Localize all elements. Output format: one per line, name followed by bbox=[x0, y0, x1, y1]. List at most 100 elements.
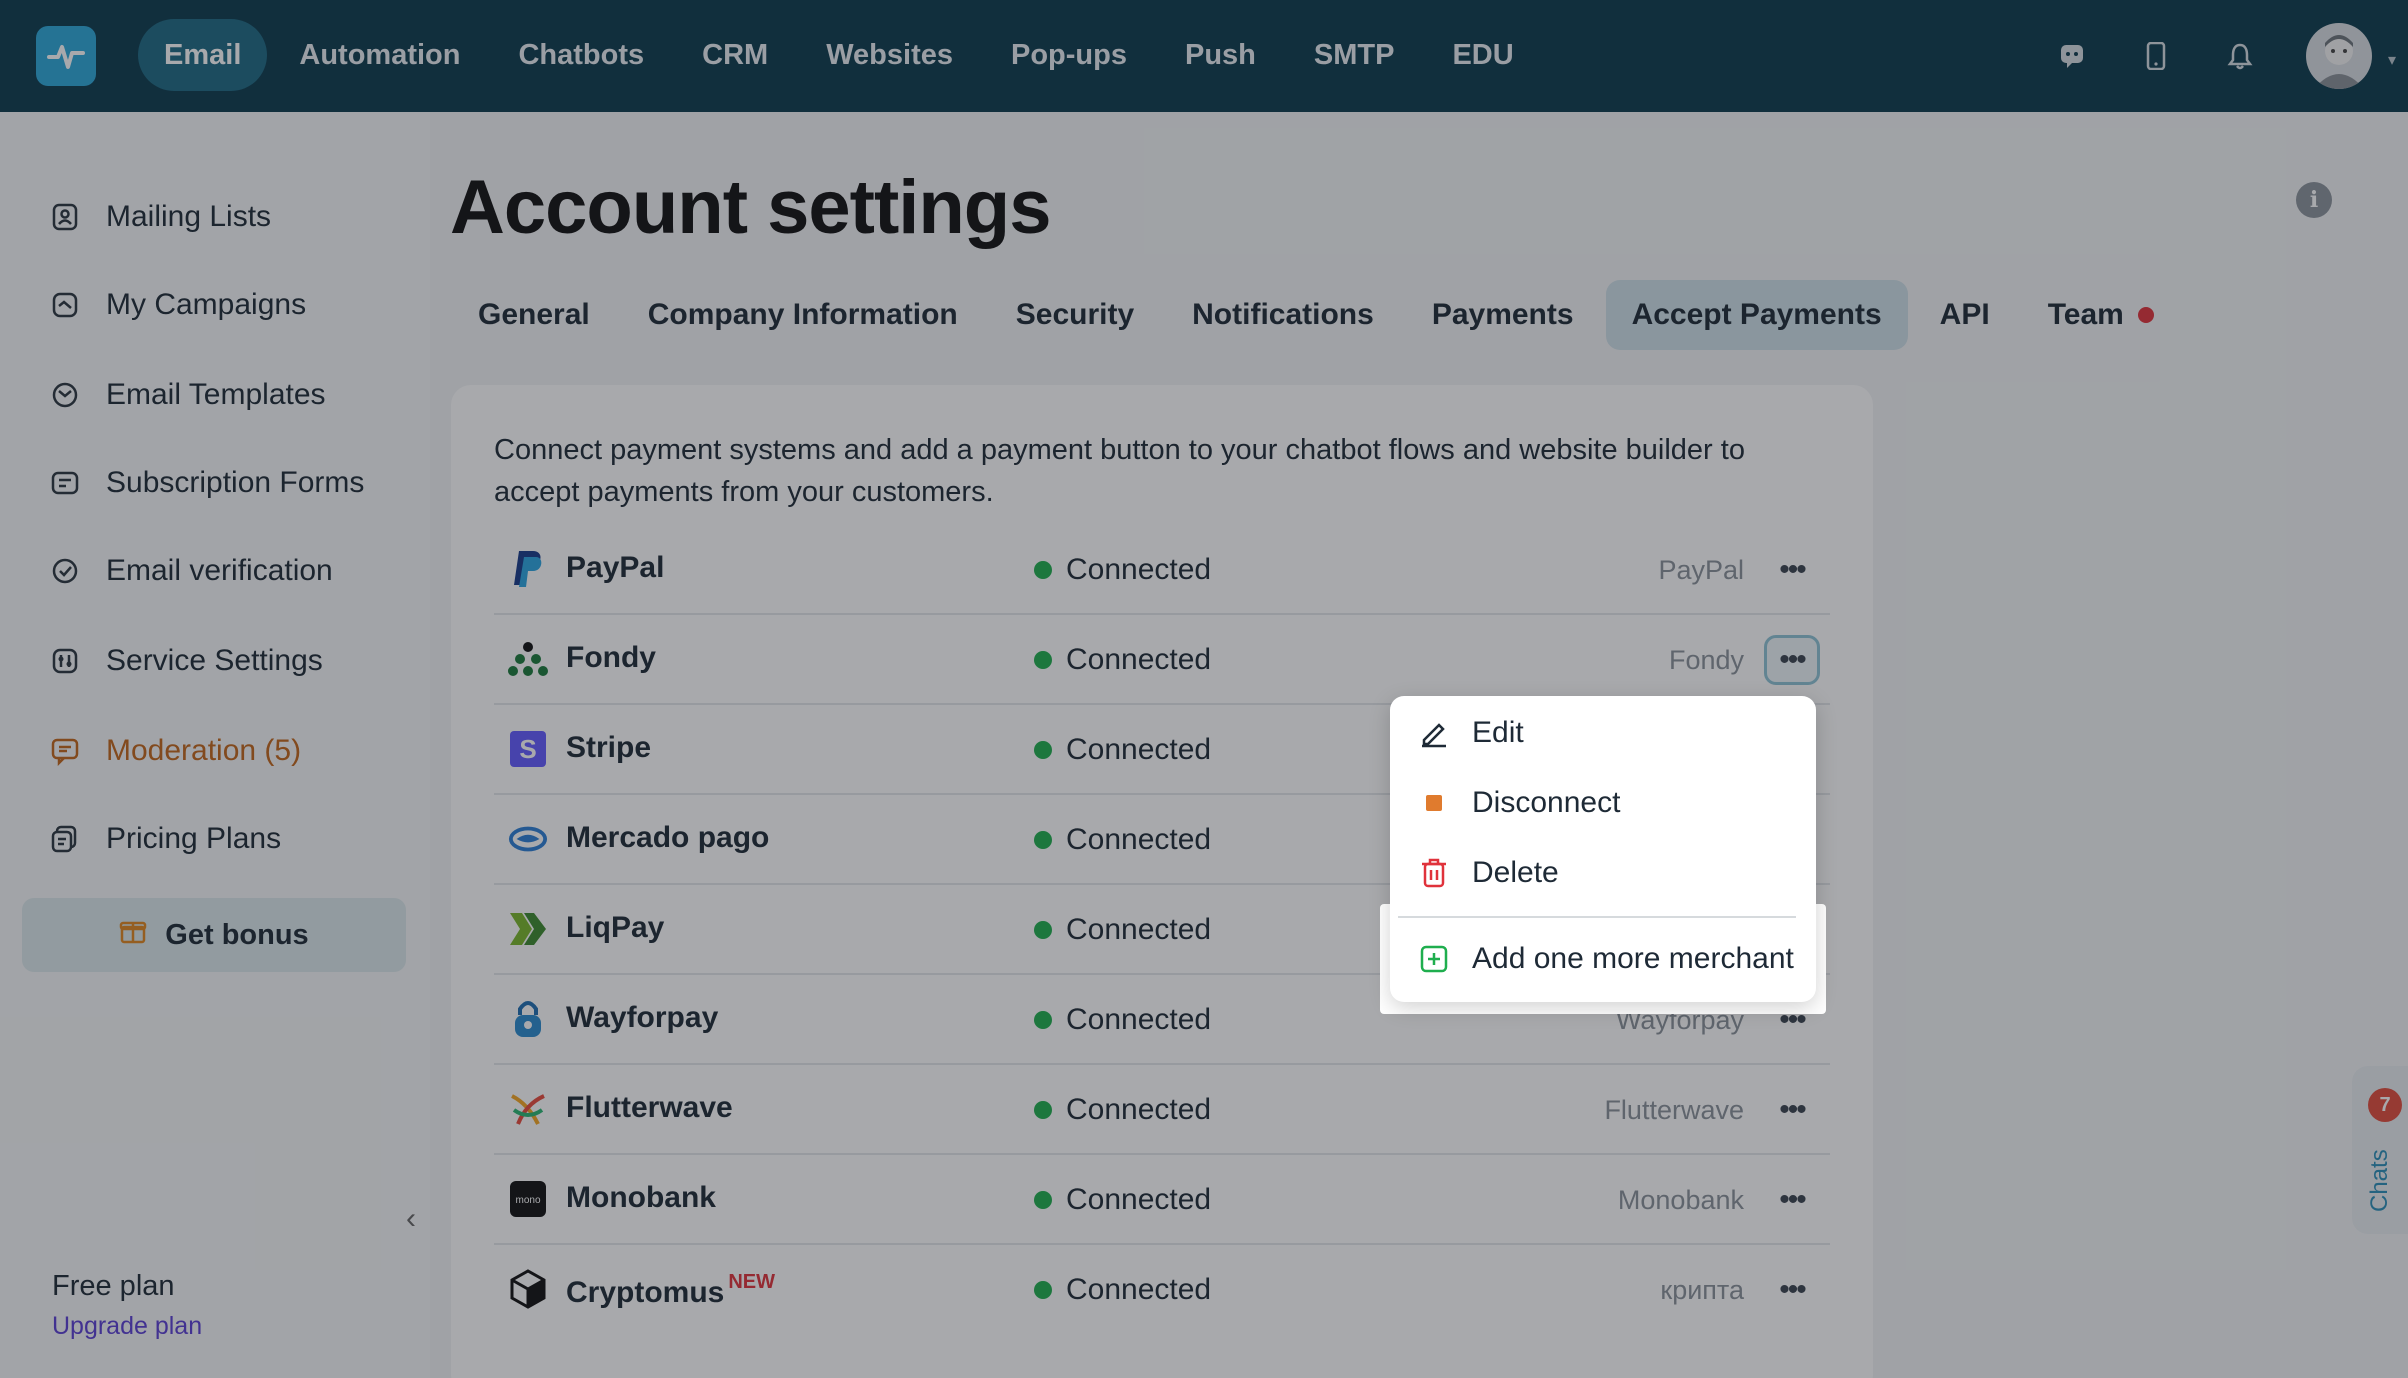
more-options-button[interactable]: ••• bbox=[1764, 1265, 1820, 1315]
info-icon[interactable]: i bbox=[2296, 182, 2332, 218]
intro-text: Connect payment systems and add a paymen… bbox=[494, 434, 1745, 508]
nav-item-push[interactable]: Push bbox=[1159, 19, 1282, 91]
status: Connected bbox=[1034, 913, 1211, 947]
sidebar-item-label: Email Templates bbox=[106, 378, 326, 411]
payment-name: Stripe bbox=[566, 731, 652, 764]
sidebar-item-mailing-lists[interactable]: Mailing Lists bbox=[48, 192, 271, 242]
status-text: Connected bbox=[1066, 913, 1212, 946]
menu-item-add-merchant[interactable]: Add one more merchant bbox=[1418, 934, 1794, 984]
more-options-button[interactable]: ••• bbox=[1764, 1175, 1820, 1225]
fondy-icon bbox=[508, 639, 548, 679]
sidebar-item-service-settings[interactable]: Service Settings bbox=[48, 636, 323, 686]
status-text: Connected bbox=[1066, 1093, 1212, 1126]
mobile-phone-icon[interactable] bbox=[2138, 38, 2174, 74]
tab-team-label: Team bbox=[2047, 298, 2124, 331]
notification-dot bbox=[2137, 307, 2154, 323]
nav-item-websites[interactable]: Websites bbox=[800, 19, 979, 91]
bell-icon[interactable] bbox=[2222, 38, 2258, 74]
sidebar-item-label: Email verification bbox=[106, 554, 333, 587]
upgrade-plan-link[interactable]: Upgrade plan bbox=[52, 1312, 202, 1341]
menu-item-label: Edit bbox=[1472, 716, 1524, 749]
app-logo[interactable] bbox=[36, 26, 96, 86]
cryptomus-icon bbox=[508, 1269, 548, 1309]
sidebar-item-email-templates[interactable]: Email Templates bbox=[48, 370, 326, 420]
menu-item-disconnect[interactable]: Disconnect bbox=[1418, 778, 1620, 828]
status: Connected bbox=[1034, 1093, 1211, 1127]
sidebar-item-email-verification[interactable]: Email verification bbox=[48, 546, 333, 596]
tab-general[interactable]: General bbox=[452, 280, 616, 350]
merchant-name: Fondy bbox=[1668, 645, 1744, 675]
campaign-icon bbox=[48, 288, 82, 322]
mercadopago-icon bbox=[508, 819, 548, 859]
menu-item-edit[interactable]: Edit bbox=[1418, 708, 1524, 758]
sidebar-item-moderation[interactable]: Moderation (5) bbox=[48, 726, 301, 776]
sidebar-item-label: My Campaigns bbox=[106, 288, 307, 321]
chevron-down-icon[interactable]: ▾ bbox=[2388, 50, 2396, 70]
nav-item-chatbots[interactable]: Chatbots bbox=[492, 19, 670, 91]
status-dot bbox=[1034, 561, 1052, 579]
main-nav: Email Automation Chatbots CRM Websites P… bbox=[138, 19, 1546, 91]
status: Connected bbox=[1034, 733, 1211, 767]
tab-company-information[interactable]: Company Information bbox=[622, 280, 984, 350]
status-dot bbox=[1034, 651, 1052, 669]
nav-item-email[interactable]: Email bbox=[138, 19, 268, 91]
more-options-button[interactable]: ••• bbox=[1764, 1085, 1820, 1135]
tab-security[interactable]: Security bbox=[990, 280, 1160, 350]
chat-bubble-icon[interactable] bbox=[2054, 38, 2090, 74]
payment-name: Wayforpay bbox=[566, 1001, 719, 1034]
more-options-button[interactable]: ••• bbox=[1764, 545, 1820, 595]
payment-name: Fondy bbox=[566, 641, 656, 674]
payment-name: PayPal bbox=[566, 551, 665, 584]
status-dot bbox=[1034, 1191, 1052, 1209]
payment-name: Mercado pago bbox=[566, 821, 770, 854]
nav-icons: ▾ bbox=[2054, 0, 2408, 112]
status: Connected bbox=[1034, 823, 1211, 857]
chevron-left-icon[interactable]: ‹ bbox=[406, 1202, 416, 1236]
get-bonus-button[interactable]: Get bonus bbox=[22, 898, 406, 972]
status-dot bbox=[1034, 831, 1052, 849]
status: Connected bbox=[1034, 553, 1211, 587]
tab-team[interactable]: Team bbox=[2022, 280, 2180, 350]
settings-icon bbox=[48, 644, 82, 678]
nav-item-popups[interactable]: Pop-ups bbox=[985, 19, 1153, 91]
more-options-button[interactable]: ••• bbox=[1764, 635, 1820, 685]
nav-item-automation[interactable]: Automation bbox=[273, 19, 486, 91]
menu-item-label: Disconnect bbox=[1472, 786, 1621, 819]
status: Connected bbox=[1034, 1003, 1211, 1037]
status-text: Connected bbox=[1066, 1273, 1212, 1306]
nav-item-edu[interactable]: EDU bbox=[1426, 19, 1539, 91]
merchant-name: Flutterwave bbox=[1604, 1095, 1744, 1125]
tab-payments[interactable]: Payments bbox=[1406, 280, 1600, 350]
svg-text:mono: mono bbox=[515, 1195, 540, 1206]
sidebar-item-subscription-forms[interactable]: Subscription Forms bbox=[48, 458, 364, 508]
top-navigation: Email Automation Chatbots CRM Websites P… bbox=[0, 0, 2408, 112]
moderation-icon bbox=[48, 734, 82, 768]
menu-item-label: Add one more merchant bbox=[1472, 942, 1794, 975]
payment-name: LiqPay bbox=[566, 911, 665, 944]
status-dot bbox=[1034, 921, 1052, 939]
sidebar-item-my-campaigns[interactable]: My Campaigns bbox=[48, 280, 306, 330]
user-avatar[interactable] bbox=[2306, 23, 2372, 89]
gift-icon bbox=[119, 917, 147, 953]
payment-row: Fondy Connected Fondy ••• bbox=[494, 615, 1830, 705]
merchant-name: крипта bbox=[1660, 1275, 1744, 1305]
payment-name-text: Cryptomus bbox=[566, 1276, 725, 1309]
chats-widget[interactable]: 7 Chats bbox=[2352, 1066, 2408, 1234]
status-text: Connected bbox=[1066, 823, 1212, 856]
nav-item-smtp[interactable]: SMTP bbox=[1288, 19, 1421, 91]
status: Connected bbox=[1034, 643, 1211, 677]
status-dot bbox=[1034, 1281, 1052, 1299]
sidebar-item-pricing-plans[interactable]: Pricing Plans bbox=[48, 814, 281, 864]
plus-square-icon bbox=[1418, 943, 1450, 975]
payment-name: Monobank bbox=[566, 1181, 716, 1214]
tab-accept-payments[interactable]: Accept Payments bbox=[1605, 280, 1908, 350]
svg-text:S: S bbox=[519, 734, 536, 764]
tab-api[interactable]: API bbox=[1914, 280, 2016, 350]
nav-item-crm[interactable]: CRM bbox=[676, 19, 794, 91]
status-text: Connected bbox=[1066, 643, 1212, 676]
menu-item-delete[interactable]: Delete bbox=[1418, 848, 1559, 898]
flutterwave-icon bbox=[508, 1089, 548, 1129]
page-title: Account settings bbox=[450, 165, 1051, 250]
status-text: Connected bbox=[1066, 733, 1212, 766]
tab-notifications[interactable]: Notifications bbox=[1166, 280, 1400, 350]
